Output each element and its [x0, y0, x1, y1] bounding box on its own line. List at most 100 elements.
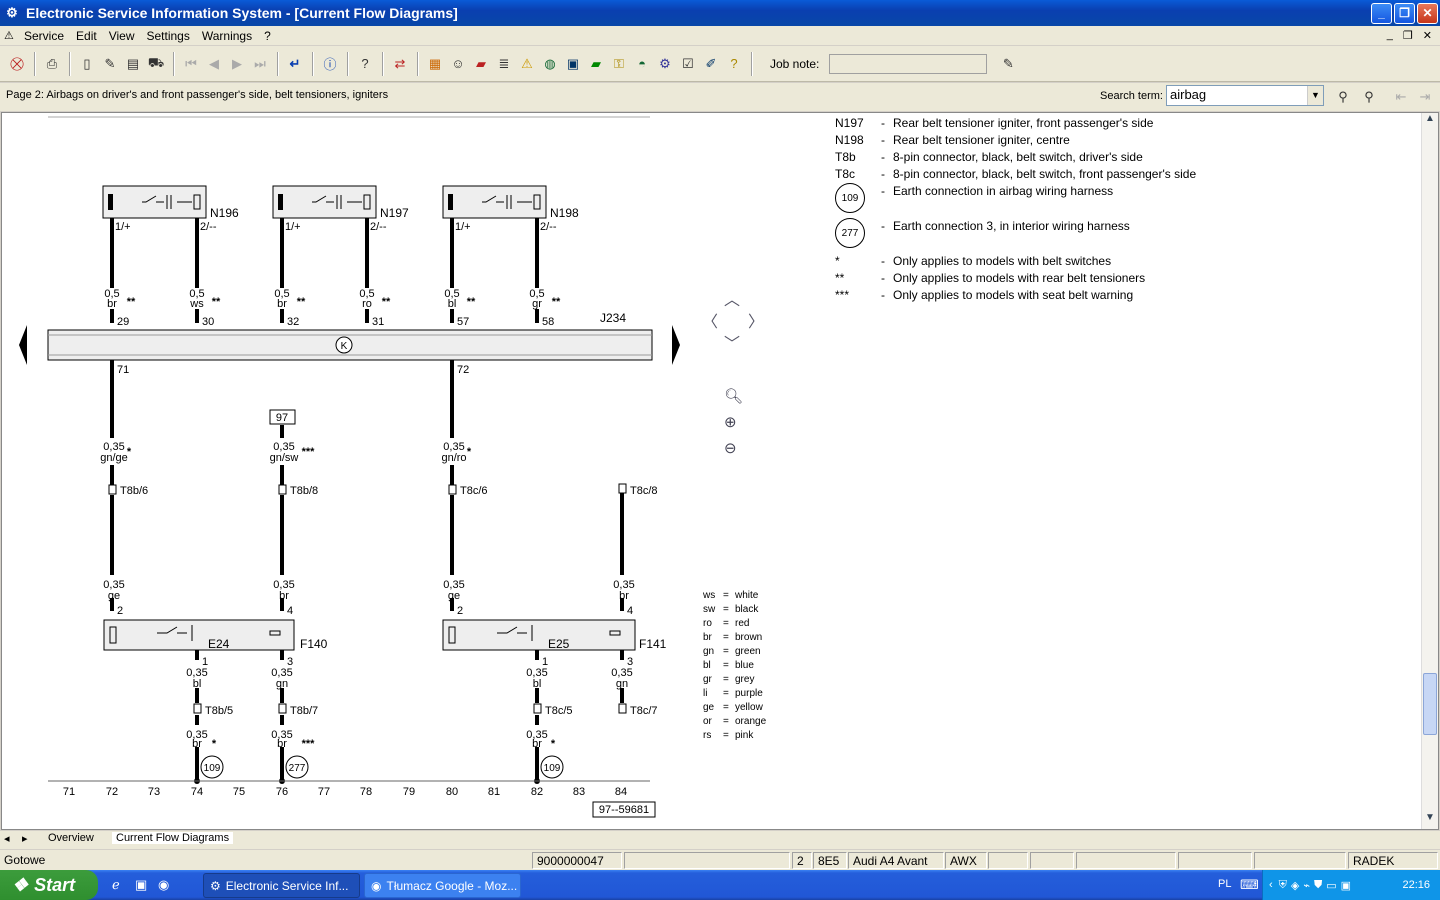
vertical-scrollbar[interactable]: ▲ ▼ [1421, 113, 1438, 829]
pan-up-icon[interactable]: ︿ [724, 286, 740, 310]
component-icon[interactable]: ▦ [424, 53, 446, 75]
color-name: brown [735, 632, 763, 643]
monitor-icon[interactable]: ▣ [1341, 879, 1351, 892]
chevron-down-icon[interactable]: ▼ [1307, 86, 1323, 105]
wire-color: ge [108, 590, 120, 602]
tab-scroll-right-icon[interactable]: ▸ [22, 832, 28, 845]
tab-current-flow-diagrams[interactable]: Current Flow Diagrams [112, 832, 234, 844]
exit-icon[interactable]: ⛒ [6, 53, 28, 75]
scroll-thumb[interactable] [1423, 673, 1437, 735]
restore-button[interactable]: ❐ [1394, 2, 1415, 24]
legend-code: *** [835, 288, 850, 302]
keyboard-icon[interactable]: ⌨ [1240, 877, 1259, 893]
key-icon[interactable]: ⚿ [608, 53, 630, 75]
info-icon[interactable]: ⓘ [319, 53, 341, 75]
mdi-restore-button[interactable]: ❐ [1403, 29, 1413, 42]
zoom-out-icon[interactable]: ⊖ [724, 439, 737, 457]
edit-document-icon[interactable]: ✎ [99, 53, 121, 75]
display-icon[interactable]: ▭ [1326, 879, 1336, 892]
menu-view[interactable]: View [103, 29, 141, 43]
help-icon[interactable]: ? [354, 53, 376, 75]
tab-scroll-left-icon[interactable]: ◂ [4, 832, 10, 845]
next-hit-icon[interactable]: ⇥ [1414, 87, 1436, 107]
legend-code: * [835, 254, 840, 268]
tray-expand-icon[interactable]: ‹ [1269, 879, 1273, 891]
job-note-field[interactable] [829, 53, 988, 74]
ie-icon[interactable]: ℯ [112, 877, 120, 893]
zoom-in-icon[interactable]: ⊕ [724, 413, 737, 431]
language-indicator[interactable]: PL [1218, 878, 1231, 890]
search-input[interactable]: airbag ▼ [1166, 85, 1324, 106]
close-button[interactable]: ✕ [1417, 2, 1438, 24]
esi-app-icon: ⚙ [210, 878, 221, 893]
scroll-down-icon[interactable]: ▼ [1422, 812, 1438, 829]
status-empty [1254, 852, 1346, 869]
search-back-icon[interactable]: ⚲ [1358, 87, 1380, 107]
color-abbr: ro [703, 618, 712, 629]
track-number: 79 [403, 786, 415, 798]
document-icon[interactable]: ▤ [122, 53, 144, 75]
pan-down-icon[interactable]: ﹀ [724, 330, 740, 354]
shield-icon[interactable]: ⛊ [1314, 879, 1322, 892]
list-icon[interactable]: ≣ [493, 53, 515, 75]
earth-label: 109 [544, 763, 561, 774]
menu-settings[interactable]: Settings [141, 29, 196, 43]
wire-mark: * [212, 738, 217, 750]
toolbar-separator [69, 51, 71, 76]
pin-label: 2/-- [200, 221, 217, 233]
mechanic-icon[interactable]: ☺ [447, 53, 469, 75]
warning-triangle-icon[interactable]: ⚠ [516, 53, 538, 75]
manual-icon[interactable]: ▰ [470, 53, 492, 75]
security-icon[interactable]: ⛨ [1279, 879, 1287, 892]
page-left-arrow-icon[interactable] [19, 325, 27, 365]
wire-mark: ** [127, 296, 136, 308]
last-page-icon[interactable]: ⏭ [249, 53, 271, 75]
minimize-button[interactable]: _ [1371, 2, 1392, 24]
back-icon[interactable]: ↵ [284, 53, 306, 75]
job-note-edit-icon[interactable]: ✎ [997, 53, 1019, 75]
task-esi[interactable]: ⚙ Electronic Service Inf... [203, 873, 360, 898]
mdi-minimize-button[interactable]: _ [1387, 29, 1393, 42]
checklist-icon[interactable]: ☑ [677, 53, 699, 75]
previous-page-icon[interactable]: ◀ [203, 53, 225, 75]
next-page-icon[interactable]: ▶ [226, 53, 248, 75]
save-icon[interactable]: ▣ [135, 877, 147, 893]
task-firefox[interactable]: ◉ Tłumacz Google - Moz... [364, 873, 521, 898]
swap-icon[interactable]: ⇄ [389, 53, 411, 75]
tab-overview[interactable]: Overview [48, 832, 94, 844]
diagnosis-icon[interactable]: ⚙ [654, 53, 676, 75]
status-page: 2 [792, 852, 812, 869]
assistant-icon[interactable]: ? [723, 53, 745, 75]
status-empty [1030, 852, 1074, 869]
search-forward-icon[interactable]: ⚲ [1332, 87, 1354, 107]
save-icon[interactable]: ▣ [562, 53, 584, 75]
menu-service[interactable]: Service [18, 29, 70, 43]
toolbar-separator [382, 51, 384, 76]
car-icon[interactable]: ◓ [631, 53, 653, 75]
book-icon[interactable]: ▰ [585, 53, 607, 75]
tools-icon[interactable]: ✐ [700, 53, 722, 75]
legend-text: Rear belt tensioner igniter, front passe… [893, 116, 1154, 130]
pan-left-icon[interactable]: 〈 [702, 308, 718, 332]
page-right-arrow-icon[interactable] [672, 325, 680, 365]
scroll-up-icon[interactable]: ▲ [1422, 113, 1438, 130]
first-page-icon[interactable]: ⏮ [180, 53, 202, 75]
pan-right-icon[interactable]: 〉 [748, 308, 764, 332]
start-button[interactable]: ❖ Start [0, 870, 98, 900]
new-document-icon[interactable]: ▯ [76, 53, 98, 75]
zoom-icon[interactable]: 🔍︎ [724, 387, 743, 405]
mdi-close-button[interactable]: ✕ [1423, 29, 1432, 42]
menu-warnings[interactable]: Warnings [196, 29, 258, 43]
antivirus-icon[interactable]: ◈ [1291, 879, 1299, 892]
globe-icon[interactable]: ◍ [539, 53, 561, 75]
menu-help[interactable]: ? [258, 29, 277, 43]
menu-edit[interactable]: Edit [70, 29, 103, 43]
window-title: Electronic Service Information System - … [26, 5, 458, 21]
clock[interactable]: 22:16 [1402, 879, 1430, 891]
previous-hit-icon[interactable]: ⇤ [1390, 87, 1412, 107]
print-icon[interactable]: ⎙ [41, 53, 63, 75]
j234-pin: 29 [117, 316, 129, 328]
firefox-icon[interactable]: ◉ [158, 877, 169, 893]
network-icon[interactable]: ⌁ [1303, 879, 1310, 892]
vehicle-icon[interactable]: ⛟ [145, 53, 167, 75]
